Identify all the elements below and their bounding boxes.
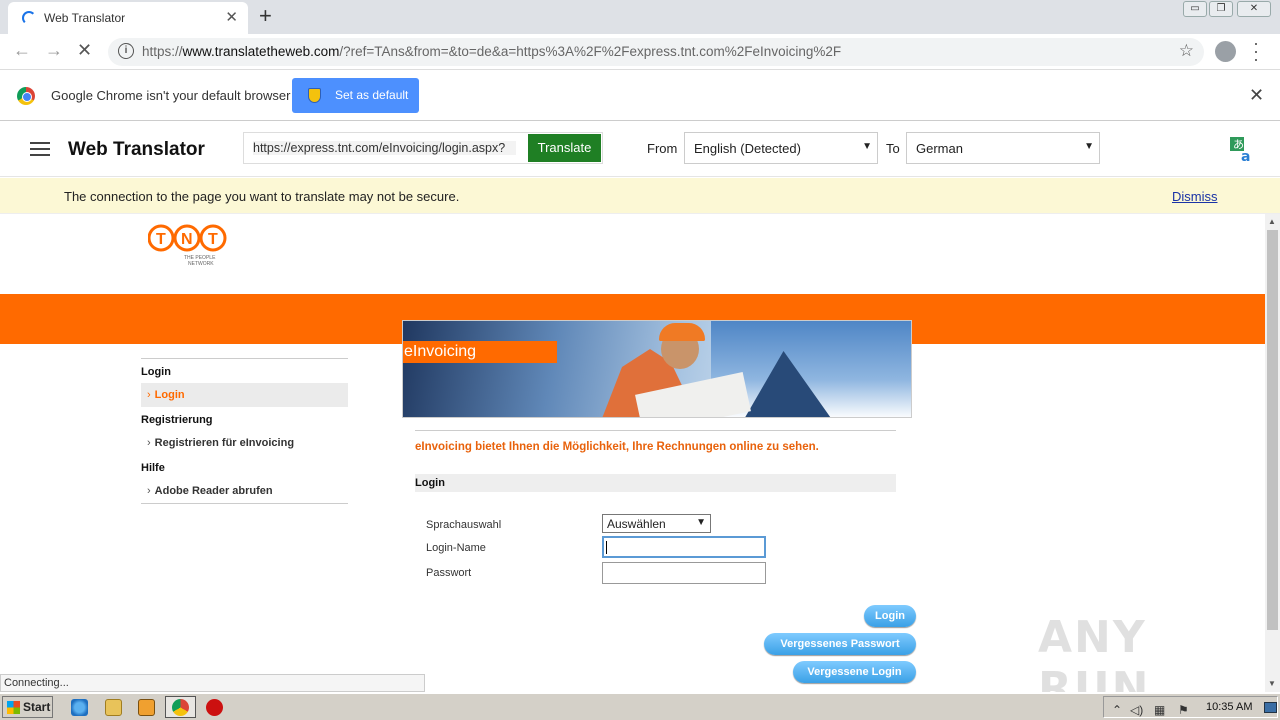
forgot-login-button[interactable]: Vergessene Login [793,661,916,683]
nav-heading-registrierung: Registrierung [141,414,213,426]
scrollbar-thumb[interactable] [1267,230,1278,630]
windows-taskbar: Start ⌃ ◁) ▦ ⚑ 10:35 AM [0,693,1280,720]
windows-logo-icon [7,701,20,714]
einvoicing-tagline: eInvoicing bietet Ihnen die Möglichkeit,… [415,441,819,453]
infobar-message: Google Chrome isn't your default browser [51,88,291,103]
media-player-icon[interactable] [138,699,155,716]
set-as-default-button[interactable]: Set as default [292,78,419,113]
bookmark-star-icon[interactable]: ☆ [1179,41,1194,61]
page-scrollbar[interactable]: ▲ ▼ [1265,214,1280,692]
scroll-up-icon[interactable]: ▲ [1268,217,1276,226]
new-tab-button[interactable]: + [259,3,272,29]
language-select[interactable]: Auswählen ▼ [602,514,711,533]
from-language-value: English (Detected) [694,141,801,156]
svg-text:a: a [1241,149,1250,163]
tab-web-translator[interactable]: Web Translator ✕ [8,2,248,34]
internet-explorer-icon[interactable] [71,699,88,716]
from-language-select[interactable]: English (Detected) ▼ [684,132,878,164]
chevron-down-icon: ▼ [696,517,706,528]
minimize-button[interactable]: ▭ [1183,1,1207,17]
translated-page: T N T THE PEOPLE NETWORK eInvoicing Logi… [0,214,1265,692]
security-warning-banner: The connection to the page you want to t… [0,178,1280,214]
nav-heading-login: Login [141,366,171,378]
start-button[interactable]: Start [2,696,53,718]
show-hidden-icons-icon[interactable]: ⌃ [1112,703,1122,717]
language-label: Sprachauswahl [426,519,502,531]
to-label: To [886,141,900,156]
nav-item-register[interactable]: › Registrieren für eInvoicing [141,431,348,455]
hero-label: eInvoicing [403,341,557,363]
address-bar[interactable]: i https://www.translatetheweb.com/?ref=T… [108,38,1204,66]
chevron-down-icon: ▼ [862,141,872,152]
action-center-flag-icon[interactable]: ⚑ [1178,703,1189,717]
security-alert-icon[interactable] [206,699,223,716]
password-label: Passwort [426,567,472,579]
site-info-icon[interactable]: i [118,43,134,59]
show-desktop-icon[interactable] [1264,702,1277,713]
scroll-down-icon[interactable]: ▼ [1268,679,1276,688]
side-navigation: Login › Login Registrierung › Registrieren… [141,358,348,504]
close-window-button[interactable]: ✕ [1237,1,1271,17]
set-as-default-label: Set as default [335,88,409,102]
to-language-value: German [916,141,963,156]
stop-loading-icon[interactable]: ✕ [77,40,92,61]
nav-item-login[interactable]: › Login [141,383,348,407]
infobar-close-icon[interactable]: ✕ [1249,85,1264,106]
profile-avatar-icon[interactable] [1215,41,1236,62]
svg-text:T: T [208,231,218,248]
forgot-password-button[interactable]: Vergessenes Passwort [764,633,916,655]
tab-strip: Web Translator ✕ + ▭ ❐ ✕ [0,0,1280,34]
forward-arrow-icon[interactable]: → [45,40,63,61]
file-explorer-icon[interactable] [105,699,122,716]
default-browser-infobar: Google Chrome isn't your default browser… [0,71,1280,121]
chevron-down-icon: ▼ [1084,141,1094,152]
dismiss-link[interactable]: Dismiss [1172,189,1218,204]
translator-header: Web Translator https://express.tnt.com/e… [0,122,1280,177]
restore-button[interactable]: ❐ [1209,1,1233,17]
nav-item-adobe-reader[interactable]: › Adobe Reader abrufen [141,479,348,503]
taskbar-chrome-button[interactable] [165,696,196,718]
network-icon[interactable]: ▦ [1154,703,1165,717]
login-button[interactable]: Login [864,605,916,627]
language-select-value: Auswählen [607,517,666,531]
chevron-right-icon: › [147,437,151,449]
login-name-input[interactable] [602,536,766,558]
svg-text:N: N [181,231,193,248]
divider [415,430,896,431]
translator-logo-icon: あ a [1230,137,1250,163]
taskbar-clock[interactable]: 10:35 AM [1206,701,1252,713]
translate-url-value: https://express.tnt.com/eInvoicing/login… [253,141,516,155]
address-url[interactable]: https://www.translatetheweb.com/?ref=TAn… [142,44,841,59]
browser-toolbar: ← → ✕ i https://www.translatetheweb.com/… [0,34,1280,70]
tab-close-icon[interactable]: ✕ [225,8,238,26]
tnt-logo: T N T THE PEOPLE NETWORK [148,224,227,267]
loading-spinner-icon [22,11,36,25]
svg-text:NETWORK: NETWORK [188,261,214,267]
tab-title: Web Translator [44,11,126,25]
anyrun-watermark: ANY RUN [1038,612,1151,692]
status-bubble: Connecting... [0,674,425,692]
from-label: From [647,141,678,156]
back-arrow-icon[interactable]: ← [13,40,31,61]
password-input[interactable] [602,562,766,584]
volume-icon[interactable]: ◁) [1130,703,1143,717]
to-language-select[interactable]: German ▼ [906,132,1100,164]
chevron-right-icon: › [147,485,151,497]
shield-icon [308,88,321,103]
hero-banner-image: eInvoicing [402,320,912,418]
login-name-label: Login-Name [426,542,486,554]
chrome-logo-icon [17,87,35,105]
login-section-heading: Login [415,474,896,492]
nav-heading-hilfe: Hilfe [141,462,165,474]
chevron-right-icon: › [147,389,151,401]
translate-button[interactable]: Translate [528,134,601,162]
translator-title: Web Translator [68,139,205,160]
menu-kebab-icon[interactable]: · · · [1253,34,1259,68]
chrome-icon [172,699,189,716]
hamburger-menu-icon[interactable] [30,142,50,156]
security-warning-text: The connection to the page you want to t… [64,189,460,204]
svg-text:T: T [156,231,166,248]
start-label: Start [23,700,51,714]
